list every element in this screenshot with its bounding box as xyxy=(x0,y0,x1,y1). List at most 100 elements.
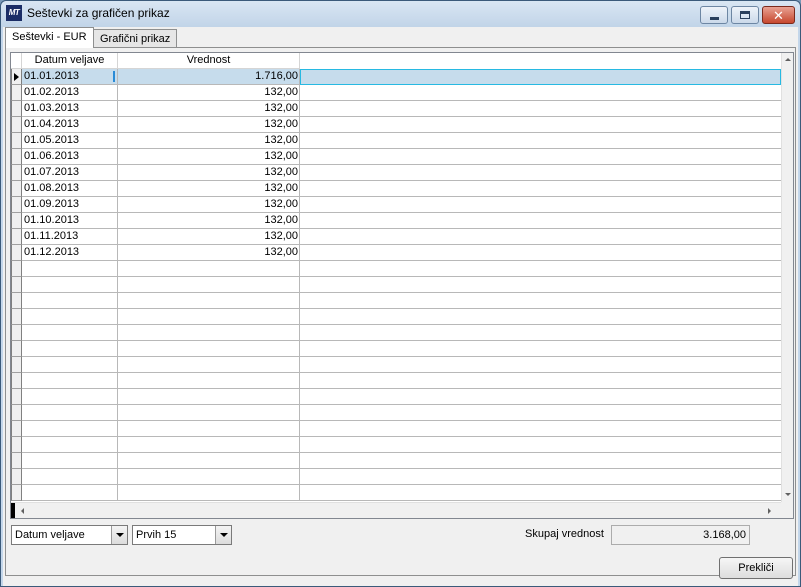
empty-cell[interactable] xyxy=(22,325,118,341)
empty-cell[interactable] xyxy=(22,469,118,485)
date-cell[interactable]: 01.06.2013 xyxy=(22,149,118,165)
empty-table-row[interactable] xyxy=(11,309,781,325)
empty-cell[interactable] xyxy=(118,469,300,485)
value-cell[interactable]: 132,00 xyxy=(118,229,300,245)
date-cell[interactable]: 01.10.2013 xyxy=(22,213,118,229)
table-row[interactable]: 01.11.2013 132,00 xyxy=(11,229,781,245)
column-header-date[interactable]: Datum veljave xyxy=(22,53,118,69)
empty-cell[interactable] xyxy=(118,485,300,501)
row-selector[interactable] xyxy=(11,277,22,293)
row-selector[interactable] xyxy=(11,245,22,261)
value-cell[interactable]: 132,00 xyxy=(118,85,300,101)
date-cell[interactable]: 01.02.2013 xyxy=(22,85,118,101)
empty-cell[interactable] xyxy=(22,293,118,309)
empty-table-row[interactable] xyxy=(11,437,781,453)
value-cell[interactable]: 132,00 xyxy=(118,213,300,229)
top-n-dropdown-button[interactable] xyxy=(215,526,231,544)
column-header-value[interactable]: Vrednost xyxy=(118,53,300,69)
minimize-button[interactable] xyxy=(700,6,728,24)
row-selector[interactable] xyxy=(11,453,22,469)
date-cell[interactable]: 01.01.2013 xyxy=(22,69,118,85)
empty-cell[interactable] xyxy=(22,341,118,357)
empty-cell[interactable] xyxy=(22,389,118,405)
date-cell[interactable]: 01.11.2013 xyxy=(22,229,118,245)
row-selector[interactable] xyxy=(11,485,22,501)
row-selector[interactable] xyxy=(11,357,22,373)
empty-cell[interactable] xyxy=(22,373,118,389)
empty-table-row[interactable] xyxy=(11,405,781,421)
table-row[interactable]: 01.02.2013 132,00 xyxy=(11,85,781,101)
value-cell[interactable]: 1.716,00 xyxy=(118,69,300,85)
row-selector[interactable] xyxy=(11,469,22,485)
table-row[interactable]: 01.12.2013 132,00 xyxy=(11,245,781,261)
date-cell[interactable]: 01.08.2013 xyxy=(22,181,118,197)
empty-cell[interactable] xyxy=(22,437,118,453)
totals-grid[interactable]: Datum veljave Vrednost 01.01.2013 1.716,0… xyxy=(10,52,794,519)
empty-cell[interactable] xyxy=(118,309,300,325)
date-cell[interactable]: 01.03.2013 xyxy=(22,101,118,117)
empty-table-row[interactable] xyxy=(11,325,781,341)
empty-table-row[interactable] xyxy=(11,373,781,389)
value-cell[interactable]: 132,00 xyxy=(118,197,300,213)
date-cell[interactable]: 01.12.2013 xyxy=(22,245,118,261)
empty-table-row[interactable] xyxy=(11,261,781,277)
empty-table-row[interactable] xyxy=(11,485,781,501)
table-row[interactable]: 01.06.2013 132,00 xyxy=(11,149,781,165)
table-row[interactable]: 01.10.2013 132,00 xyxy=(11,213,781,229)
tab-sestevki-eur[interactable]: Seštevki - EUR xyxy=(5,27,94,48)
value-cell[interactable]: 132,00 xyxy=(118,149,300,165)
row-selector[interactable] xyxy=(11,373,22,389)
table-row[interactable]: 01.07.2013 132,00 xyxy=(11,165,781,181)
empty-table-row[interactable] xyxy=(11,421,781,437)
empty-table-row[interactable] xyxy=(11,389,781,405)
row-selector[interactable] xyxy=(11,437,22,453)
top-n-select[interactable]: Prvih 15 xyxy=(132,525,232,545)
maximize-button[interactable] xyxy=(731,6,759,24)
scroll-up-icon[interactable] xyxy=(785,58,791,61)
empty-cell[interactable] xyxy=(118,325,300,341)
empty-cell[interactable] xyxy=(22,405,118,421)
group-by-dropdown-button[interactable] xyxy=(111,526,127,544)
row-selector[interactable] xyxy=(11,213,22,229)
row-selector[interactable] xyxy=(11,69,22,85)
title-bar[interactable]: MT Seštevki za grafičen prikaz ✕ xyxy=(1,1,800,27)
group-by-select[interactable]: Datum veljave xyxy=(11,525,128,545)
empty-cell[interactable] xyxy=(118,389,300,405)
row-selector[interactable] xyxy=(11,181,22,197)
empty-cell[interactable] xyxy=(22,485,118,501)
row-selector[interactable] xyxy=(11,165,22,181)
table-row[interactable]: 01.04.2013 132,00 xyxy=(11,117,781,133)
empty-cell[interactable] xyxy=(118,341,300,357)
value-cell[interactable]: 132,00 xyxy=(118,165,300,181)
close-button[interactable]: ✕ xyxy=(762,6,795,24)
vertical-scrollbar[interactable] xyxy=(781,53,793,502)
horizontal-scroll-thumb[interactable] xyxy=(11,503,15,518)
value-cell[interactable]: 132,00 xyxy=(118,101,300,117)
tab-graficni-prikaz[interactable]: Grafični prikaz xyxy=(93,29,178,48)
row-selector[interactable] xyxy=(11,117,22,133)
row-selector[interactable] xyxy=(11,325,22,341)
empty-table-row[interactable] xyxy=(11,453,781,469)
empty-cell[interactable] xyxy=(118,357,300,373)
empty-table-row[interactable] xyxy=(11,357,781,373)
table-row[interactable]: 01.08.2013 132,00 xyxy=(11,181,781,197)
date-cell[interactable]: 01.09.2013 xyxy=(22,197,118,213)
date-cell[interactable]: 01.05.2013 xyxy=(22,133,118,149)
value-cell[interactable]: 132,00 xyxy=(118,117,300,133)
date-cell[interactable]: 01.07.2013 xyxy=(22,165,118,181)
value-cell[interactable]: 132,00 xyxy=(118,245,300,261)
empty-cell[interactable] xyxy=(118,437,300,453)
row-selector[interactable] xyxy=(11,341,22,357)
empty-cell[interactable] xyxy=(22,309,118,325)
row-selector[interactable] xyxy=(11,197,22,213)
horizontal-scrollbar[interactable] xyxy=(11,502,781,518)
scroll-left-icon[interactable] xyxy=(21,508,24,514)
row-selector[interactable] xyxy=(11,229,22,245)
empty-cell[interactable] xyxy=(118,421,300,437)
empty-cell[interactable] xyxy=(118,453,300,469)
empty-table-row[interactable] xyxy=(11,341,781,357)
value-cell[interactable]: 132,00 xyxy=(118,133,300,149)
empty-cell[interactable] xyxy=(22,357,118,373)
empty-cell[interactable] xyxy=(22,261,118,277)
table-row[interactable]: 01.09.2013 132,00 xyxy=(11,197,781,213)
